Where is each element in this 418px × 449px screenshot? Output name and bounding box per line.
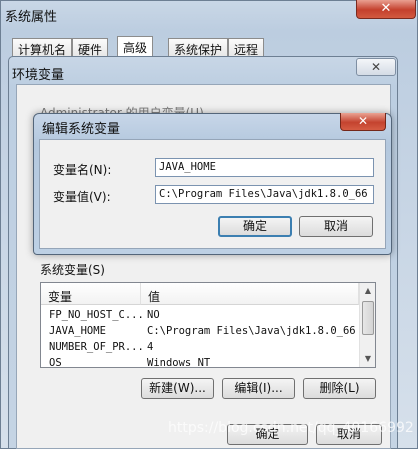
environment-variables-close-button[interactable]: ✕ <box>356 58 396 76</box>
row-value: NO <box>147 309 160 321</box>
scroll-up-icon[interactable]: ▲ <box>360 283 375 299</box>
system-properties-close-button[interactable]: ✕ <box>356 0 416 19</box>
system-variables-label: 系统变量(S) <box>40 263 105 277</box>
row-value: Windows_NT <box>147 357 211 368</box>
watermark: https://blog.csdn.net/qq_40166992 <box>168 420 414 436</box>
table-row[interactable]: JAVA_HOME C:\Program Files\Java\jdk1.8.0… <box>41 325 359 340</box>
edit-variable-button[interactable]: 编辑(I)... <box>222 378 295 399</box>
row-variable: JAVA_HOME <box>49 325 106 337</box>
new-variable-button[interactable]: 新建(W)... <box>141 378 214 399</box>
table-row[interactable]: FP_NO_HOST_C... NO <box>41 309 359 324</box>
edit-cancel-button[interactable]: 取消 <box>299 216 373 237</box>
system-variables-list[interactable]: 变量 值 FP_NO_HOST_C... NO JAVA_HOME C:\Pro… <box>40 282 376 368</box>
tab-computer-name[interactable]: 计算机名 <box>12 38 73 57</box>
column-header-value[interactable]: 值 <box>141 283 359 305</box>
variable-value-label: 变量值(V): <box>53 190 111 204</box>
row-value: 4 <box>147 341 154 353</box>
row-variable: OS <box>49 357 62 368</box>
variable-name-label: 变量名(N): <box>53 163 112 177</box>
row-value: C:\Program Files\Java\jdk1.8.0_66 <box>147 325 356 337</box>
scroll-thumb[interactable] <box>362 301 374 335</box>
tab-system-protection[interactable]: 系统保护 <box>168 38 229 57</box>
variable-value-field[interactable]: C:\Program Files\Java\jdk1.8.0_66 <box>155 185 374 204</box>
table-row[interactable]: OS Windows_NT <box>41 357 359 368</box>
tab-advanced[interactable]: 高级 <box>117 36 154 57</box>
edit-ok-button[interactable]: 确定 <box>218 216 292 237</box>
tab-remote[interactable]: 远程 <box>228 38 265 57</box>
tab-hardware[interactable]: 硬件 <box>72 38 109 57</box>
scroll-down-icon[interactable]: ▼ <box>360 351 375 367</box>
row-variable: FP_NO_HOST_C... <box>49 309 144 321</box>
edit-dialog-close-button[interactable]: ✕ <box>340 113 386 131</box>
list-scrollbar[interactable]: ▲ ▼ <box>359 283 375 367</box>
delete-variable-button[interactable]: 删除(L) <box>303 378 376 399</box>
edit-dialog-title: 编辑系统变量 <box>42 122 121 137</box>
table-row[interactable]: NUMBER_OF_PR... 4 <box>41 341 359 356</box>
environment-variables-title: 环境变量 <box>12 68 65 83</box>
column-header-variable[interactable]: 变量 <box>41 283 141 305</box>
variable-name-field[interactable]: JAVA_HOME <box>155 158 374 177</box>
row-variable: NUMBER_OF_PR... <box>49 341 144 353</box>
system-properties-title: 系统属性 <box>5 10 58 25</box>
